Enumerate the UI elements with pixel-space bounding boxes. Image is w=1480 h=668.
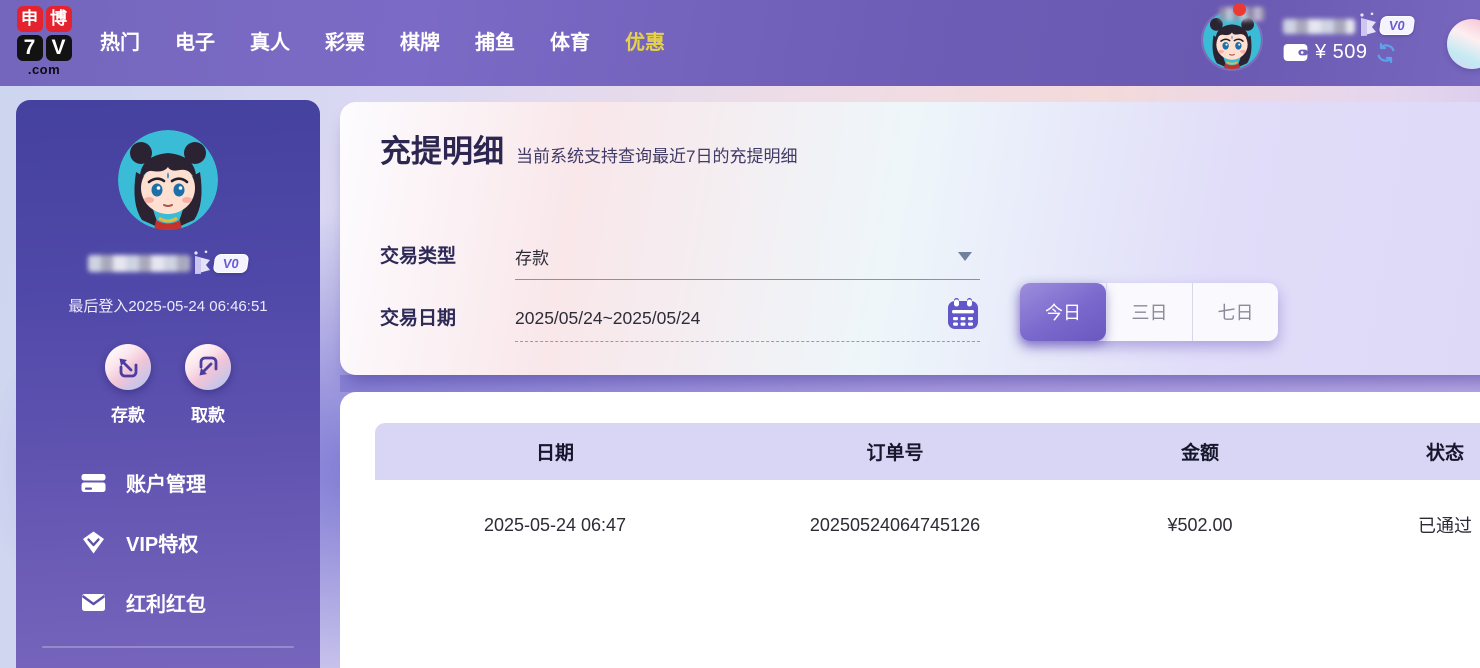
- profile-vip-level: V0: [213, 254, 250, 273]
- col-header-order: 订单号: [735, 438, 1055, 465]
- title-row: 充提明细 当前系统支持查询最近7日的充提明细: [380, 126, 797, 171]
- withdraw-label: 取款: [191, 401, 225, 426]
- withdraw-button[interactable]: 取款: [185, 344, 231, 426]
- sidebar-item-vip[interactable]: VIP特权: [80, 512, 206, 572]
- logo-v: V: [46, 35, 72, 61]
- refresh-balance-icon[interactable]: [1375, 42, 1397, 64]
- range-3days-button[interactable]: 三日: [1106, 283, 1192, 341]
- col-header-amount: 金额: [1055, 438, 1345, 465]
- sidebar-item-label: 账户管理: [126, 468, 206, 497]
- date-range-value: 2025/05/24~2025/05/24: [515, 308, 700, 329]
- nav-item-lottery[interactable]: 彩票: [325, 26, 365, 55]
- main-content: 充提明细 当前系统支持查询最近7日的充提明细 交易类型 存款 交易日期 2025…: [340, 102, 1480, 668]
- deposit-button[interactable]: 存款: [105, 344, 151, 426]
- table-header: 日期 订单号 金额 状态: [375, 423, 1480, 480]
- withdraw-icon: [185, 344, 231, 390]
- bank-card-icon: [80, 469, 107, 496]
- nav-item-sports[interactable]: 体育: [550, 26, 590, 55]
- nav-item-hot[interactable]: 热门: [100, 26, 140, 55]
- sidebar-item-account[interactable]: 账户管理: [80, 452, 206, 512]
- page-subtitle: 当前系统支持查询最近7日的充提明细: [516, 142, 797, 167]
- cell-date: 2025-05-24 06:47: [375, 515, 735, 536]
- transaction-type-select[interactable]: 存款: [515, 233, 980, 280]
- sidebar-menu: 账户管理 VIP特权 红利红包: [80, 452, 206, 632]
- nav-item-fishing[interactable]: 捕鱼: [475, 26, 515, 55]
- username-blurred: [1283, 19, 1355, 34]
- sidebar-item-label: 红利红包: [126, 588, 206, 617]
- sidebar-item-label: VIP特权: [126, 528, 198, 557]
- deposit-icon: [105, 344, 151, 390]
- nav-item-promos[interactable]: 优惠: [625, 26, 665, 55]
- transaction-type-value: 存款: [515, 244, 549, 269]
- floating-widget-partial[interactable]: [1447, 19, 1480, 69]
- top-navbar: 申 博 7 V .com 热门 电子 真人 彩票 棋牌 捕鱼 体育 优惠 V0: [0, 0, 1480, 86]
- records-panel: 日期 订单号 金额 状态 2025-05-24 06:47 2025052406…: [340, 392, 1480, 668]
- panel-gap: [340, 375, 1480, 392]
- date-range-buttons: 今日 三日 七日: [1020, 283, 1278, 341]
- profile-vip-badge[interactable]: V0: [190, 250, 248, 276]
- site-logo[interactable]: 申 博 7 V .com: [13, 6, 75, 75]
- table-row[interactable]: 2025-05-24 06:47 20250524064745126 ¥502.…: [375, 480, 1480, 570]
- wallet-icon: [1283, 43, 1308, 62]
- logo-badge-bo: 博: [46, 6, 72, 32]
- gem-icon: [80, 529, 107, 556]
- sidebar-divider: [42, 646, 294, 648]
- cell-order: 20250524064745126: [735, 515, 1055, 536]
- logo-domain: .com: [13, 64, 75, 75]
- notification-dot: [1233, 3, 1246, 16]
- cell-status: 已通过: [1345, 512, 1480, 538]
- last-login-text: 最后登入2025-05-24 06:46:51: [16, 295, 320, 316]
- profile-name-row: V0: [16, 250, 320, 276]
- logo-row-mid: 7 V: [13, 35, 75, 61]
- logo-row-top: 申 博: [13, 6, 75, 32]
- quick-actions: 存款 取款: [16, 344, 320, 426]
- sidebar-item-redpacket[interactable]: 红利红包: [80, 572, 206, 632]
- range-today-button[interactable]: 今日: [1020, 283, 1106, 341]
- calendar-icon[interactable]: [946, 297, 980, 331]
- chevron-down-icon: [958, 252, 972, 268]
- profile-username-blurred: [88, 255, 190, 272]
- transaction-type-label: 交易类型: [380, 241, 456, 268]
- transaction-date-label: 交易日期: [380, 303, 456, 330]
- vip-level-label: V0: [1379, 16, 1416, 35]
- logo-badge-shen: 申: [17, 6, 43, 32]
- wallet-balance: ¥ 509: [1283, 41, 1397, 64]
- nav-item-cards[interactable]: 棋牌: [400, 26, 440, 55]
- col-header-status: 状态: [1345, 438, 1480, 465]
- envelope-icon: [80, 589, 107, 616]
- page-title: 充提明细: [380, 126, 504, 171]
- balance-amount: ¥ 509: [1315, 41, 1368, 64]
- col-header-date: 日期: [375, 438, 735, 465]
- date-range-input[interactable]: 2025/05/24~2025/05/24: [515, 295, 980, 342]
- sidebar: V0 最后登入2025-05-24 06:46:51 存款: [16, 100, 320, 668]
- filter-panel: 充提明细 当前系统支持查询最近7日的充提明细 交易类型 存款 交易日期 2025…: [340, 102, 1480, 375]
- range-7days-button[interactable]: 七日: [1192, 283, 1278, 341]
- main-nav: 热门 电子 真人 彩票 棋牌 捕鱼 体育 优惠: [100, 0, 665, 80]
- cell-amount: ¥502.00: [1055, 515, 1345, 536]
- vip-badge[interactable]: V0: [1356, 12, 1414, 38]
- nav-item-slots[interactable]: 电子: [175, 26, 215, 55]
- profile-avatar[interactable]: [118, 130, 218, 230]
- deposit-label: 存款: [111, 401, 145, 426]
- nav-item-live[interactable]: 真人: [250, 26, 290, 55]
- logo-7: 7: [17, 35, 43, 61]
